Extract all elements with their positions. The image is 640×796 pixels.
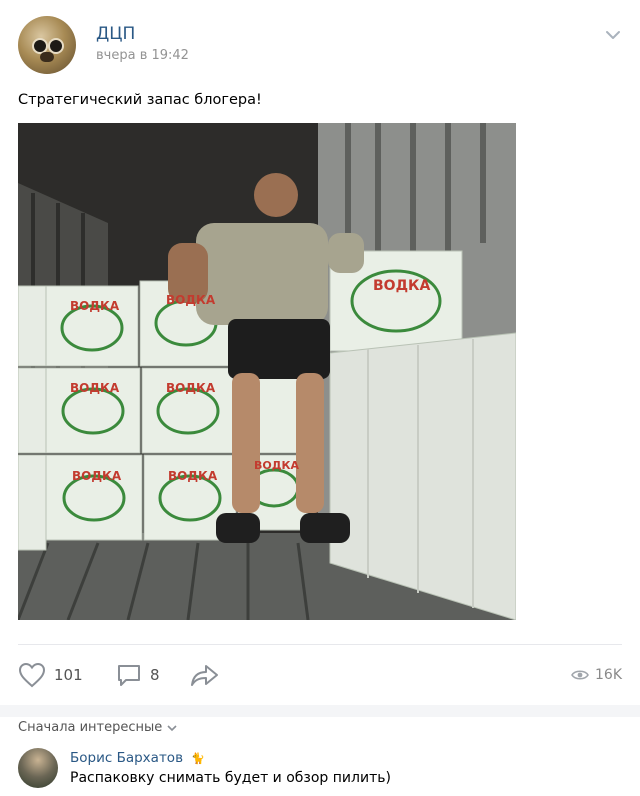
author-avatar[interactable] [18, 16, 76, 74]
share-button[interactable] [190, 658, 220, 692]
cat-icon: 🐈 [191, 752, 206, 765]
post-card: ДЦП вчера в 19:42 Стратегический запас б… [0, 0, 640, 796]
photo-illustration [18, 123, 516, 620]
comment-sort-label: Сначала интересные [18, 720, 163, 735]
post-divider [18, 644, 622, 645]
box-label-2: ВОДКА [166, 293, 216, 307]
box-label-4: ВОДКА [166, 381, 216, 395]
views-counter: 16K [571, 658, 622, 692]
chevron-down-icon[interactable] [604, 26, 622, 44]
box-label-1: ВОДКА [70, 299, 120, 313]
comment-count: 8 [150, 666, 160, 684]
comment-button[interactable]: 8 [116, 658, 160, 692]
like-button[interactable]: 101 [18, 658, 83, 692]
post-actions: 101 8 16K [18, 658, 622, 692]
post-caption: Стратегический запас блогера! [18, 92, 262, 108]
comment-text: Распаковку снимать будет и обзор пилить) [70, 770, 391, 786]
heart-icon [18, 662, 46, 688]
like-count: 101 [54, 666, 83, 684]
share-icon [191, 665, 218, 686]
box-label-6: ВОДКА [168, 469, 218, 483]
comment-icon [118, 665, 140, 686]
author-name[interactable]: ДЦП [96, 24, 135, 44]
box-label-5: ВОДКА [72, 469, 122, 483]
commenter-name-text: Борис Бархатов [70, 750, 184, 766]
post-time[interactable]: вчера в 19:42 [96, 48, 189, 63]
post-header: ДЦП вчера в 19:42 [18, 16, 622, 78]
box-label-8: ВОДКА [373, 278, 431, 294]
avatar-nose [40, 52, 54, 62]
commenter-name[interactable]: Борис Бархатов 🐈 [70, 750, 205, 766]
eye-icon [571, 670, 589, 680]
chevron-down-icon [167, 724, 177, 731]
box-label-3: ВОДКА [70, 381, 120, 395]
box-label-7: ВОДКА [254, 459, 300, 472]
comment-item: Борис Бархатов 🐈 Распаковку снимать буде… [18, 748, 622, 792]
post-photo[interactable]: ВОДКА ВОДКА ВОДКА ВОДКА ВОДКА ВОДКА ВОДК… [18, 123, 516, 620]
comment-sort-dropdown[interactable]: Сначала интересные [18, 720, 178, 735]
views-count: 16K [595, 667, 622, 683]
commenter-avatar[interactable] [18, 748, 58, 788]
section-separator [0, 705, 640, 717]
